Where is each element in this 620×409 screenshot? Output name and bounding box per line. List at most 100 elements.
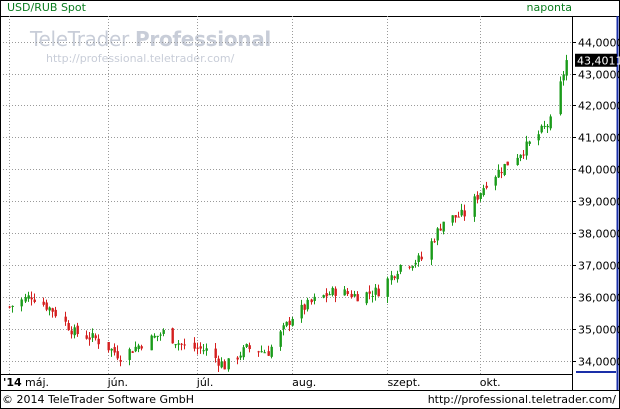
candle-body <box>248 345 251 350</box>
candle-body <box>368 291 371 294</box>
candle-body <box>365 292 368 304</box>
candle-body <box>214 348 217 358</box>
candle-body <box>217 358 220 366</box>
candle-body <box>494 176 497 186</box>
candle-body <box>30 297 33 300</box>
candle-body <box>267 351 270 356</box>
candle-body <box>540 125 543 133</box>
candle-body <box>371 295 374 297</box>
candle-body <box>442 221 445 232</box>
candle-body <box>140 346 143 349</box>
x-tick-label: máj. <box>25 376 49 389</box>
candle-body <box>386 278 389 297</box>
candle-body <box>113 347 116 353</box>
candle-body <box>454 215 457 218</box>
candle-body <box>399 265 402 272</box>
candle-body <box>20 299 23 307</box>
candle-body <box>150 335 153 351</box>
candle-body <box>476 194 479 200</box>
candle-body <box>270 346 273 357</box>
candle-body <box>334 288 337 296</box>
y-tick-label: 40,0000 <box>578 164 620 177</box>
candle-body <box>485 185 488 188</box>
candle-body <box>325 293 328 297</box>
candle-body <box>11 305 14 307</box>
candle-body <box>559 81 562 115</box>
candle-body <box>116 351 119 359</box>
candle-body <box>374 287 377 295</box>
y-tick-label: 39,0000 <box>578 196 620 209</box>
candle-body <box>45 302 48 310</box>
candle-body <box>67 323 70 331</box>
candle-body <box>506 161 509 166</box>
candle-body <box>460 209 463 216</box>
candle-body <box>64 316 67 322</box>
candle-body <box>177 343 180 345</box>
candle-body <box>171 328 174 344</box>
window-border <box>0 0 620 409</box>
candle-body <box>107 342 110 351</box>
candle-body <box>562 74 565 81</box>
candle-body <box>97 338 100 345</box>
candle-body <box>396 273 399 280</box>
candle-body <box>174 344 177 346</box>
candle-body <box>420 256 423 260</box>
x-tick-label: okt. <box>480 376 501 389</box>
x-tick-label: aug. <box>292 376 316 389</box>
candle-body <box>463 210 466 217</box>
last-price-label: 43,4011 <box>577 54 620 67</box>
candle-body <box>300 304 303 319</box>
x-tick-label: jún. <box>107 376 128 389</box>
footer-url[interactable]: http://professional.teletrader.com/ <box>428 393 616 407</box>
y-tick-label: 37,0000 <box>578 260 620 273</box>
candle-body <box>331 287 334 295</box>
candle-body <box>279 331 282 347</box>
candle-body <box>543 125 546 127</box>
x-tick-label: júl. <box>196 376 214 389</box>
candle-body <box>522 154 525 156</box>
candle-body <box>516 157 519 166</box>
candle-body <box>199 346 202 349</box>
candle-body <box>180 343 183 345</box>
candle-body <box>479 193 482 199</box>
candle-body <box>500 172 503 174</box>
candle-body <box>313 296 316 301</box>
candle-body <box>546 125 549 128</box>
candle-body <box>119 360 122 362</box>
y-tick-label: 44,0000 <box>578 37 620 50</box>
candle-body <box>451 215 454 223</box>
candle-body <box>473 196 476 217</box>
candle-body <box>162 330 165 334</box>
candle-body <box>565 60 568 76</box>
candle-body <box>156 335 159 337</box>
candle-body <box>322 295 325 298</box>
candle-body <box>537 134 540 141</box>
candle-body <box>131 351 134 353</box>
candle-body <box>223 361 226 370</box>
candle-body <box>85 335 88 339</box>
y-tick-label: 35,0000 <box>578 324 620 337</box>
x-tick-label: '14 <box>3 376 22 389</box>
candle-body <box>236 357 239 360</box>
candle-body <box>202 350 205 352</box>
candle-body <box>94 335 97 339</box>
y-tick-label: 36,0000 <box>578 292 620 305</box>
candlestick-chart: 34,0000 35,0000 36,0000 37,0000 38,0000 39,00… <box>0 0 620 409</box>
y-tick-label: 41,0000 <box>578 132 620 145</box>
candle-body <box>497 169 500 178</box>
candle-body <box>242 347 245 358</box>
candle-body <box>110 348 113 351</box>
candle-body <box>328 294 331 296</box>
candle-body <box>24 297 27 302</box>
y-tick-label: 34,0000 <box>578 356 620 369</box>
candle-body <box>42 301 45 305</box>
candle-body <box>282 325 285 330</box>
candle-body <box>27 295 30 299</box>
candle-body <box>70 330 73 335</box>
candle-body <box>153 335 156 338</box>
candle-body <box>377 288 380 297</box>
candle-body <box>408 266 411 268</box>
y-tick-label: 42,0000 <box>578 100 620 113</box>
candle-body <box>263 352 266 354</box>
candle-body <box>306 299 309 310</box>
